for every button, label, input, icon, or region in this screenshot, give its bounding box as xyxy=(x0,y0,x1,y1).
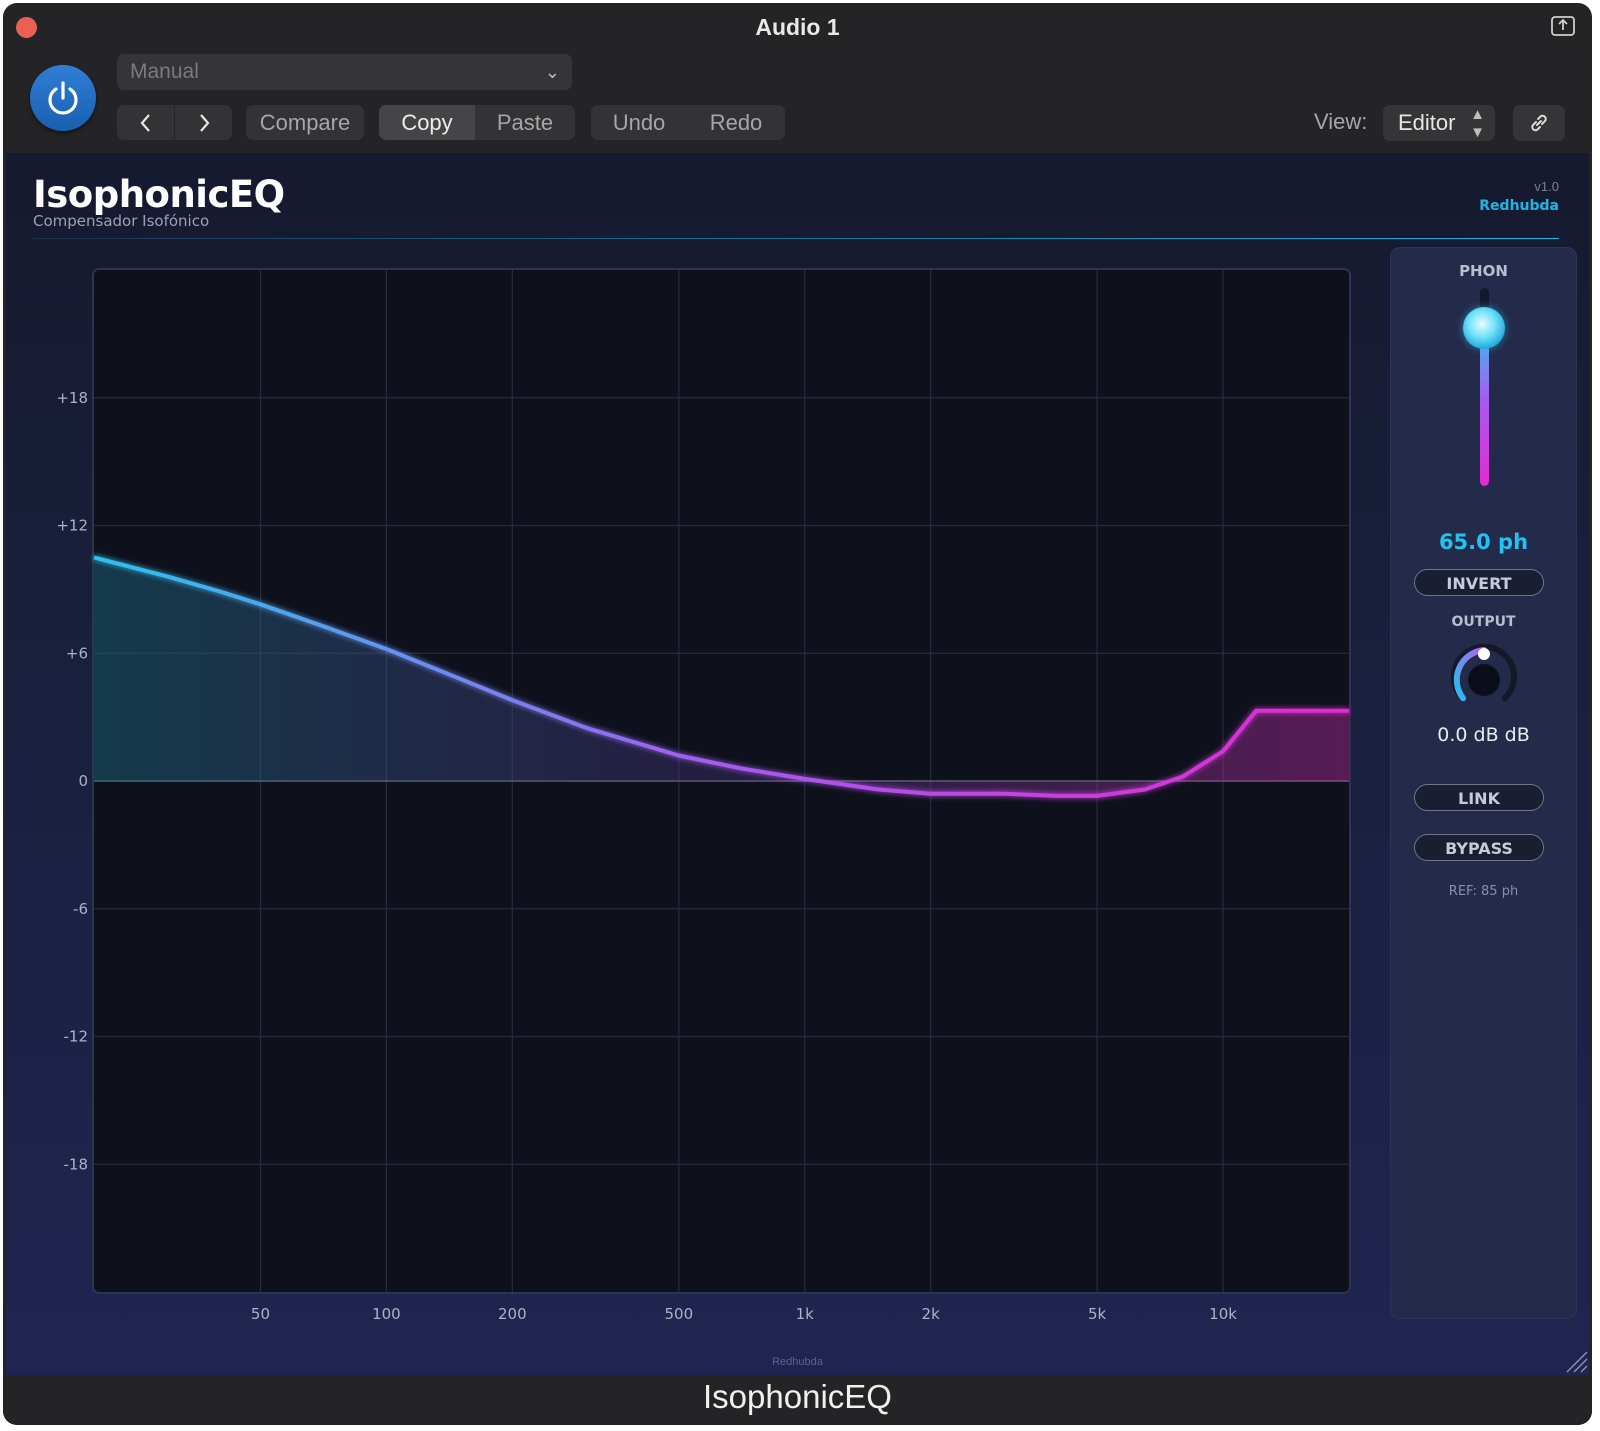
window-title: Audio 1 xyxy=(755,14,840,40)
chain-link-icon xyxy=(1531,114,1547,132)
power-button[interactable] xyxy=(30,65,96,131)
phon-slider-thumb[interactable] xyxy=(1463,306,1505,349)
x-tick-label: 100 xyxy=(372,1305,401,1323)
compare-button[interactable]: Compare xyxy=(246,105,364,140)
plugin-version: v1.0 xyxy=(1534,179,1559,194)
chevron-left-icon xyxy=(140,114,150,132)
preset-nav-group xyxy=(117,105,232,140)
plugin-brand: Redhubda xyxy=(1479,198,1559,214)
invert-button[interactable]: INVERT xyxy=(1414,569,1544,596)
y-tick-label: -18 xyxy=(64,1155,89,1173)
y-tick-label: +6 xyxy=(66,644,88,662)
bypass-button[interactable]: BYPASS xyxy=(1414,834,1544,861)
preset-select[interactable]: Manual ⌄ xyxy=(117,54,572,90)
updown-chevron-icon: ▲ ▼ xyxy=(1470,106,1485,141)
power-icon xyxy=(48,81,78,115)
output-label: OUTPUT xyxy=(1451,614,1516,630)
link-button[interactable]: LINK xyxy=(1414,784,1544,811)
y-tick-label: -6 xyxy=(73,900,88,918)
phon-label: PHON xyxy=(1459,262,1508,280)
x-tick-label: 200 xyxy=(498,1305,527,1323)
x-tick-label: 5k xyxy=(1088,1305,1107,1323)
view-select[interactable]: Editor ▲ ▼ xyxy=(1383,105,1495,141)
phon-value: 65.0 ph xyxy=(1438,530,1529,554)
output-knob[interactable] xyxy=(1444,640,1524,720)
x-tick-label: 1k xyxy=(796,1305,815,1323)
reference-level: REF: 85 ph xyxy=(1448,884,1519,899)
y-tick-label: +18 xyxy=(56,389,88,407)
next-preset-button[interactable] xyxy=(175,105,232,140)
share-icon[interactable] xyxy=(1550,13,1576,39)
y-tick-label: 0 xyxy=(78,772,88,790)
footer-brand: Redhubda xyxy=(772,1356,823,1368)
x-tick-label: 2k xyxy=(922,1305,941,1323)
view-label: View: xyxy=(1314,109,1368,134)
y-tick-label: -12 xyxy=(64,1028,89,1046)
plugin-panel: IsophonicEQ Compensador Isofónico v1.0 R… xyxy=(6,153,1589,1353)
link-plugin-button[interactable] xyxy=(1513,105,1565,141)
copy-button[interactable]: Copy xyxy=(379,105,475,140)
title-bar: Audio 1 xyxy=(3,3,1592,51)
undo-button[interactable]: Undo xyxy=(591,105,687,140)
preset-value: Manual xyxy=(130,60,199,83)
chevron-down-icon: ⌄ xyxy=(544,62,560,82)
plugin-name: IsophonicEQ xyxy=(703,1378,892,1415)
control-panel: PHON 65.0 ph INVERT OUTPUT 0.0 dB dB LIN… xyxy=(1390,247,1577,1319)
copy-paste-group: Copy Paste xyxy=(379,105,575,140)
previous-preset-button[interactable] xyxy=(117,105,175,140)
view-value: Editor xyxy=(1398,110,1456,135)
undo-redo-group: Undo Redo xyxy=(591,105,785,140)
y-tick-label: +12 xyxy=(56,517,88,535)
x-tick-label: 10k xyxy=(1209,1305,1237,1323)
output-value: 0.0 dB dB xyxy=(1437,724,1530,746)
plugin-window: Audio 1 Manual ⌄ Compare Copy Paste Undo… xyxy=(3,3,1592,1425)
x-tick-label: 50 xyxy=(251,1305,270,1323)
paste-button[interactable]: Paste xyxy=(475,105,575,140)
eq-curve-chart[interactable]: 50 100 200 500 1k 2k 5k 10k +18 +12 +6 0 -6 -12 -18 xyxy=(6,153,1366,1353)
redo-button[interactable]: Redo xyxy=(687,105,785,140)
chevron-right-icon xyxy=(199,114,209,132)
resize-grip-icon[interactable] xyxy=(1563,1348,1589,1374)
x-tick-label: 500 xyxy=(664,1305,693,1323)
